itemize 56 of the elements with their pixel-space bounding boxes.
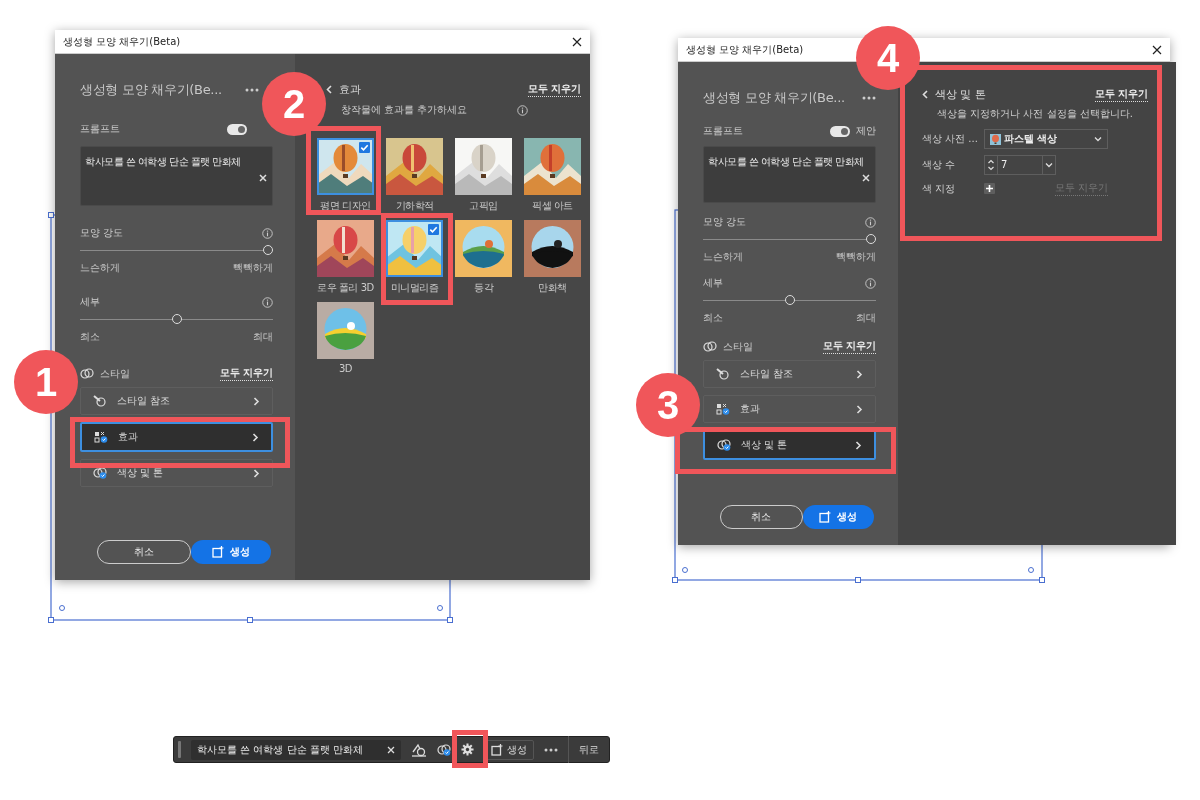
step-number-badge: 1 (14, 350, 78, 414)
panel-title: 생성형 모양 채우기(Be... (703, 89, 845, 107)
slider-max-label: 빽빽하게 (233, 261, 273, 275)
prompt-field[interactable]: 학사모를 쓴 여학생 단순 플랫 만화체 (703, 146, 876, 203)
prompt-field[interactable]: 학사모를 쓴 여학생 단순 플랫 만화체 (80, 146, 273, 206)
effect-option[interactable]: 만화책 (524, 220, 581, 295)
slider-min-label: 최소 (80, 330, 100, 344)
effect-option[interactable]: 픽셀 아트 (524, 138, 581, 213)
prompt-field[interactable]: 학사모를 쓴 여학생 단순 플랫 만화체 (191, 739, 401, 760)
effect-option[interactable]: 기하학적 (386, 138, 443, 213)
effect-option[interactable]: 3D (317, 302, 374, 374)
generate-button[interactable]: 생성 (190, 540, 271, 564)
slider-label: 세부 (80, 295, 100, 309)
style-menu-item[interactable]: 효과 (80, 422, 273, 452)
step-number-badge: 3 (636, 373, 700, 437)
effect-option[interactable]: 미니멀리즘 (386, 220, 443, 295)
effect-option[interactable]: 등각 (455, 220, 512, 295)
count-label: 색상 수 (922, 158, 957, 172)
style-menu-item[interactable]: 스타일 참조 (80, 387, 273, 415)
pick-color-label: 색 지정 (922, 181, 957, 196)
panel-title: 색상 및 톤 (935, 87, 986, 102)
style-menu-item[interactable]: 효과 (703, 395, 876, 423)
style-menu-item[interactable]: 색상 및 톤 (703, 430, 876, 460)
panel-title: 효과 (339, 82, 361, 97)
slider-max-label: 빽빽하게 (836, 250, 876, 264)
preset-dropdown[interactable]: 파스텔 색상 (984, 129, 1108, 149)
slider-label: 모양 강도 (80, 226, 124, 240)
window-title: 생성형 모양 채우기(Beta) (63, 34, 181, 49)
slider-min-label: 최소 (703, 311, 723, 325)
slider-min-label: 느슨하게 (703, 250, 743, 264)
window-title: 생성형 모양 채우기(Beta) (686, 42, 804, 57)
panel-title: 생성형 모양 채우기(Be... (80, 81, 222, 99)
clear-all-link[interactable]: 모두 지우기 (219, 366, 273, 381)
slider-label: 모양 강도 (703, 215, 747, 229)
count-stepper[interactable]: 7 (984, 155, 1056, 175)
slider-max-label: 최대 (856, 311, 876, 325)
clear-all-link[interactable]: 모두 지우기 (822, 339, 876, 354)
generate-button[interactable]: 생성 (802, 505, 874, 529)
clear-all-link[interactable]: 모두 지우기 (527, 82, 581, 97)
effect-option[interactable]: 고픽임 (455, 138, 512, 213)
back-button[interactable]: 뒤로 (579, 742, 599, 757)
style-label: 스타일 (723, 339, 753, 354)
panel-subtitle: 색상을 지정하거나 사전 설정을 선택합니다. (937, 107, 1134, 121)
slider-min-label: 느슨하게 (80, 261, 120, 275)
effect-option[interactable]: 로우 폴리 3D (317, 220, 374, 295)
slider-max-label: 최대 (253, 330, 273, 344)
slider-label: 세부 (703, 276, 723, 290)
effect-option[interactable]: 평면 디자인 (317, 138, 374, 213)
style-label: 스타일 (100, 366, 130, 381)
preset-label: 색상 사전 ... (922, 132, 979, 146)
style-menu-item[interactable]: 스타일 참조 (703, 360, 876, 388)
prompt-label: 프롬프트 (703, 124, 743, 138)
panel-subtitle: 창작물에 효과를 추가하세요 (341, 103, 468, 117)
prompt-label: 프롬프트 (80, 122, 120, 136)
clear-all-link[interactable]: 모두 지우기 (1094, 87, 1148, 102)
suggestion-label: 제안 (856, 124, 876, 138)
